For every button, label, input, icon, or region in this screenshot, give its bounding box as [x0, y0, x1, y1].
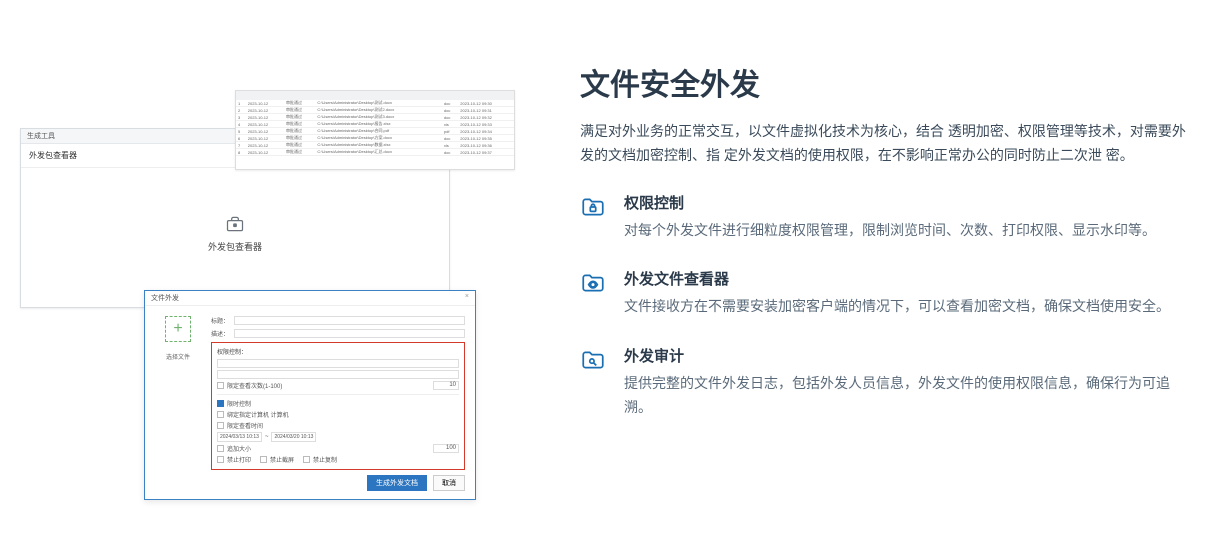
plus-icon: +: [173, 321, 182, 337]
limit-count-label: 限定查看次数(1-100): [227, 381, 282, 390]
add-size-label: 追加大小: [227, 444, 251, 453]
forbid-print-label: 禁止打印: [227, 455, 251, 464]
page-heading: 文件安全外发: [580, 60, 1186, 104]
title-input[interactable]: [234, 316, 465, 325]
forbid-copy-checkbox[interactable]: [303, 456, 310, 463]
table-row: 52023-10-12审批通过C:\Users\Administrator\De…: [236, 128, 514, 135]
table-row: 42023-10-12审批通过C:\Users\Administrator\De…: [236, 121, 514, 128]
close-icon[interactable]: ×: [465, 293, 469, 303]
title-label: 标题：: [211, 316, 231, 325]
cancel-button[interactable]: 取消: [433, 475, 465, 491]
generate-button[interactable]: 生成外发文档: [367, 475, 427, 491]
add-size-value[interactable]: 100: [433, 444, 459, 453]
date-start[interactable]: 2024/03/13 10:13: [217, 432, 262, 442]
forbid-screenshot-checkbox[interactable]: [260, 456, 267, 463]
time-control-label: 限时控制: [227, 399, 251, 408]
password-confirm-input[interactable]: [217, 370, 459, 379]
form-window-title: 文件外发: [151, 293, 179, 303]
forbid-print-checkbox[interactable]: [217, 456, 224, 463]
limit-count-checkbox[interactable]: [217, 382, 224, 389]
forbid-screenshot-label: 禁止截屏: [270, 455, 294, 464]
log-table: 12023-10-12审批通过C:\Users\Administrator\De…: [236, 100, 514, 156]
desc-input[interactable]: [234, 329, 465, 338]
password-input[interactable]: [217, 359, 459, 368]
feature-1-title: 权限控制: [624, 192, 1156, 213]
table-row: 22023-10-12审批通过C:\Users\Administrator\De…: [236, 107, 514, 114]
perm-header: 权限控制：: [217, 347, 459, 356]
bind-pc-label: 绑定指定计算机 计算机: [227, 410, 289, 419]
folder-viewer-icon: [580, 270, 606, 296]
table-row: 62023-10-12审批通过C:\Users\Administrator\De…: [236, 135, 514, 142]
bind-pc-checkbox[interactable]: [217, 411, 224, 418]
outgoing-form-window: 文件外发 × + 选择文件 标题： 描述： 权限控制： 限定查看次数(1-100…: [144, 290, 476, 500]
product-screenshot-collage: 生成工具 外发包查看器 外发包查看器 基于安装版的文件外发组件，使用者需通过外发…: [10, 40, 520, 500]
page-lead: 满足对外业务的正常交互，以文件虚拟化技术为核心，结合 透明加密、权限管理等技术，…: [580, 120, 1186, 168]
feature-1-desc: 对每个外发文件进行细粒度权限管理，限制浏览时间、次数、打印权限、显示水印等。: [624, 219, 1156, 243]
viewer-caption: 外发包查看器: [208, 240, 262, 253]
folder-lock-icon: [580, 194, 606, 220]
briefcase-icon: [223, 214, 247, 234]
add-file-button[interactable]: +: [165, 316, 191, 342]
add-file-label: 选择文件: [166, 355, 190, 361]
permission-panel: 权限控制： 限定查看次数(1-100) 10 限时控制 绑定指定计算机 计算机 限…: [211, 342, 465, 470]
feature-3-title: 外发审计: [624, 345, 1186, 366]
date-end[interactable]: 2024/03/20 10:13: [271, 432, 316, 442]
time-control-checkbox[interactable]: [217, 400, 224, 407]
log-table-window: 12023-10-12审批通过C:\Users\Administrator\De…: [235, 90, 515, 170]
forbid-copy-label: 禁止复制: [313, 455, 337, 464]
feature-2-title: 外发文件查看器: [624, 268, 1170, 289]
limit-time-label: 限定查看时间: [227, 421, 263, 430]
feature-2-desc: 文件接收方在不需要安装加密客户端的情况下，可以查看加密文档，确保文档使用安全。: [624, 295, 1170, 319]
table-row: 72023-10-12审批通过C:\Users\Administrator\De…: [236, 142, 514, 149]
add-size-checkbox[interactable]: [217, 445, 224, 452]
limit-count-value[interactable]: 10: [433, 381, 459, 390]
feature-3-desc: 提供完整的文件外发日志，包括外发人员信息，外发文件的使用权限信息，确保行为可追溯…: [624, 372, 1186, 420]
desc-label: 描述：: [211, 329, 231, 338]
table-row: 82023-10-12审批通过C:\Users\Administrator\De…: [236, 149, 514, 156]
folder-audit-icon: [580, 347, 606, 373]
limit-time-checkbox[interactable]: [217, 422, 224, 429]
table-row: 32023-10-12审批通过C:\Users\Administrator\De…: [236, 114, 514, 121]
